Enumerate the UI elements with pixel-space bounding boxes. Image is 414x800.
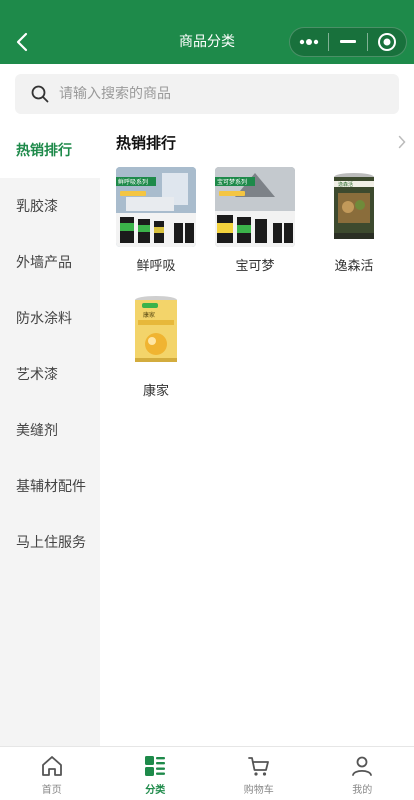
product-image-graphic: 鲜呼吸系列 (116, 167, 196, 247)
chevron-right-icon (398, 135, 406, 149)
product-card[interactable]: 宝可梦系列 宝可梦 (215, 167, 295, 274)
product-image-caption: 宝可梦系列 (217, 178, 247, 186)
search-icon (31, 85, 49, 103)
product-name: 鲜呼吸 (136, 259, 176, 274)
cart-icon (247, 757, 269, 776)
product-name: 宝可梦 (235, 259, 275, 274)
close-mini-program-button[interactable] (368, 28, 406, 56)
product-image: 鲜呼吸系列 (116, 167, 196, 247)
minus-icon (340, 40, 356, 43)
tab-label: 分类 (145, 785, 166, 796)
search-bar[interactable] (15, 74, 399, 114)
product-card[interactable]: 鲜呼吸系列 鲜呼吸 (116, 167, 196, 274)
sidebar-item-exterior-wall[interactable]: 外墙产品 (0, 234, 100, 290)
category-content: 热销排行 鲜呼吸系列 鲜呼吸 宝可梦系列 宝可梦 逸森活 逸森活 康家 康家 (100, 122, 414, 746)
product-image: 逸森活 (314, 167, 394, 247)
product-card[interactable]: 逸森活 逸森活 (314, 167, 394, 274)
sidebar-item-waterproof-coating[interactable]: 防水涂料 (0, 290, 100, 346)
more-button[interactable] (290, 28, 328, 56)
tab-label: 购物车 (243, 785, 274, 796)
category-sidebar: 热销排行 乳胶漆 外墙产品 防水涂料 艺术漆 美缝剂 基辅材配件 马上住服务 (0, 122, 100, 746)
product-image-graphic: 逸森活 (314, 167, 394, 247)
product-image-caption: 康家 (143, 311, 155, 319)
product-card[interactable]: 康家 康家 (116, 292, 196, 399)
section-title: 热销排行 (116, 133, 177, 152)
sidebar-item-art-paint[interactable]: 艺术漆 (0, 346, 100, 402)
mini-program-capsule (289, 27, 407, 57)
product-image-caption: 鲜呼吸系列 (118, 178, 148, 186)
tab-profile[interactable]: 我的 (311, 747, 414, 800)
product-image: 康家 (116, 292, 196, 372)
minimize-button[interactable] (329, 28, 367, 56)
home-icon (41, 756, 62, 776)
target-close-icon (378, 33, 396, 51)
tab-label: 我的 (352, 785, 373, 796)
tab-label: 首页 (41, 785, 62, 796)
more-dots-icon (299, 39, 319, 45)
navigation-bar: 商品分类 (0, 0, 414, 64)
tab-category[interactable]: 分类 (104, 747, 208, 800)
user-icon (352, 756, 373, 776)
tab-cart[interactable]: 购物车 (207, 747, 311, 800)
product-image-caption: 逸森活 (338, 181, 353, 188)
category-icon (145, 756, 166, 776)
sidebar-item-service[interactable]: 马上住服务 (0, 514, 100, 570)
product-image-graphic: 宝可梦系列 (215, 167, 295, 247)
sidebar-item-hot-ranking[interactable]: 热销排行 (0, 122, 100, 178)
product-name: 康家 (142, 384, 169, 399)
sidebar-item-grout[interactable]: 美缝剂 (0, 402, 100, 458)
product-name: 逸森活 (334, 259, 374, 274)
search-input[interactable] (59, 86, 359, 102)
tab-home[interactable]: 首页 (0, 747, 104, 800)
sidebar-item-latex-paint[interactable]: 乳胶漆 (0, 178, 100, 234)
product-image: 宝可梦系列 (215, 167, 295, 247)
section-header[interactable]: 热销排行 (116, 132, 406, 152)
product-image-graphic: 康家 (116, 292, 196, 372)
bottom-tab-bar: 首页 分类 购物车 我的 (0, 746, 414, 800)
sidebar-item-accessories[interactable]: 基辅材配件 (0, 458, 100, 514)
